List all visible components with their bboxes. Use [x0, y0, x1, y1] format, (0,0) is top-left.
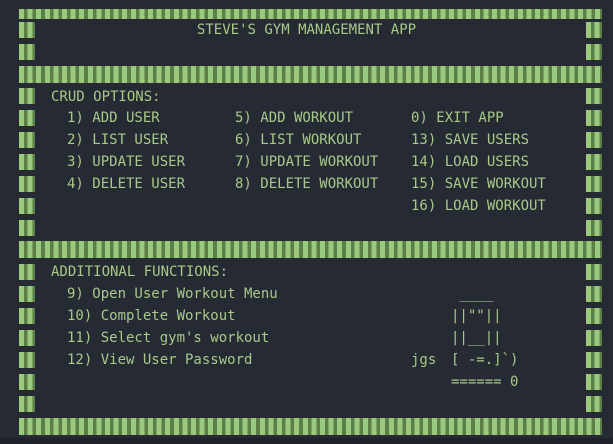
right-border-cell [586, 308, 602, 324]
app-title: STEVE'S GYM MANAGEMENT APP [196, 22, 417, 38]
ascii-art-line-2: ||""|| [451, 308, 502, 324]
left-border-cell [19, 44, 35, 60]
right-border-cell [586, 264, 602, 280]
right-border-cell [586, 374, 602, 390]
crud-heading: CRUD OPTIONS: [51, 89, 161, 105]
bottom-border [19, 418, 602, 435]
left-border-cell [19, 264, 35, 280]
right-border-cell [586, 110, 602, 126]
right-border-cell [586, 176, 602, 192]
menu-option-add-workout: 5) ADD WORKOUT [235, 110, 354, 126]
right-border-cell [586, 44, 602, 60]
ascii-art-line-5: ====== 0 [451, 374, 519, 390]
left-border-cell [19, 330, 35, 346]
header-divider [19, 66, 602, 83]
menu-option-open-workout-menu: 9) Open User Workout Menu [67, 286, 278, 302]
left-border-cell [19, 220, 35, 236]
menu-option-delete-user: 4) DELETE USER [67, 176, 186, 192]
window-bottom-edge [0, 438, 613, 444]
right-border-cell [586, 198, 602, 214]
menu-option-delete-workout: 8) DELETE WORKOUT [235, 176, 379, 192]
ascii-art-line-3: ||__|| [451, 330, 502, 346]
menu-option-update-user: 3) UPDATE USER [67, 154, 186, 170]
additional-heading: ADDITIONAL FUNCTIONS: [51, 264, 229, 280]
left-border-cell [19, 88, 35, 104]
left-border-cell [19, 374, 35, 390]
ascii-art-line-4: [ -=.]`) [451, 352, 519, 368]
section-divider [19, 241, 602, 258]
ascii-art-line-1: ____ [451, 286, 494, 302]
right-border-cell [586, 154, 602, 170]
right-border-cell [586, 330, 602, 346]
left-border-cell [19, 352, 35, 368]
menu-option-list-user: 2) LIST USER [67, 132, 169, 148]
menu-option-update-workout: 7) UPDATE WORKOUT [235, 154, 379, 170]
ascii-art-signature: jgs [411, 352, 437, 368]
menu-option-view-user-password: 12) View User Password [67, 352, 253, 368]
right-border-cell [586, 88, 602, 104]
right-border-cell [586, 352, 602, 368]
menu-option-load-users: 14) LOAD USERS [411, 154, 530, 170]
left-border-cell [19, 198, 35, 214]
left-border-cell [19, 110, 35, 126]
left-border-cell [19, 308, 35, 324]
left-border-cell [19, 154, 35, 170]
menu-option-exit-app: 0) EXIT APP [411, 110, 504, 126]
menu-option-save-users: 13) SAVE USERS [411, 132, 530, 148]
right-border-cell [586, 220, 602, 236]
menu-option-list-workout: 6) LIST WORKOUT [235, 132, 362, 148]
menu-option-complete-workout: 10) Complete Workout [67, 308, 236, 324]
right-border-cell [586, 396, 602, 412]
left-border-cell [19, 396, 35, 412]
left-border-cell [19, 176, 35, 192]
top-border [19, 9, 602, 19]
left-border-cell [19, 286, 35, 302]
menu-option-add-user: 1) ADD USER [67, 110, 160, 126]
right-border-cell [586, 132, 602, 148]
menu-option-save-workout: 15) SAVE WORKOUT [411, 176, 546, 192]
left-border-cell [19, 132, 35, 148]
menu-option-load-workout: 16) LOAD WORKOUT [411, 198, 546, 214]
right-border-cell [586, 286, 602, 302]
menu-option-select-gym-workout: 11) Select gym's workout [67, 330, 270, 346]
